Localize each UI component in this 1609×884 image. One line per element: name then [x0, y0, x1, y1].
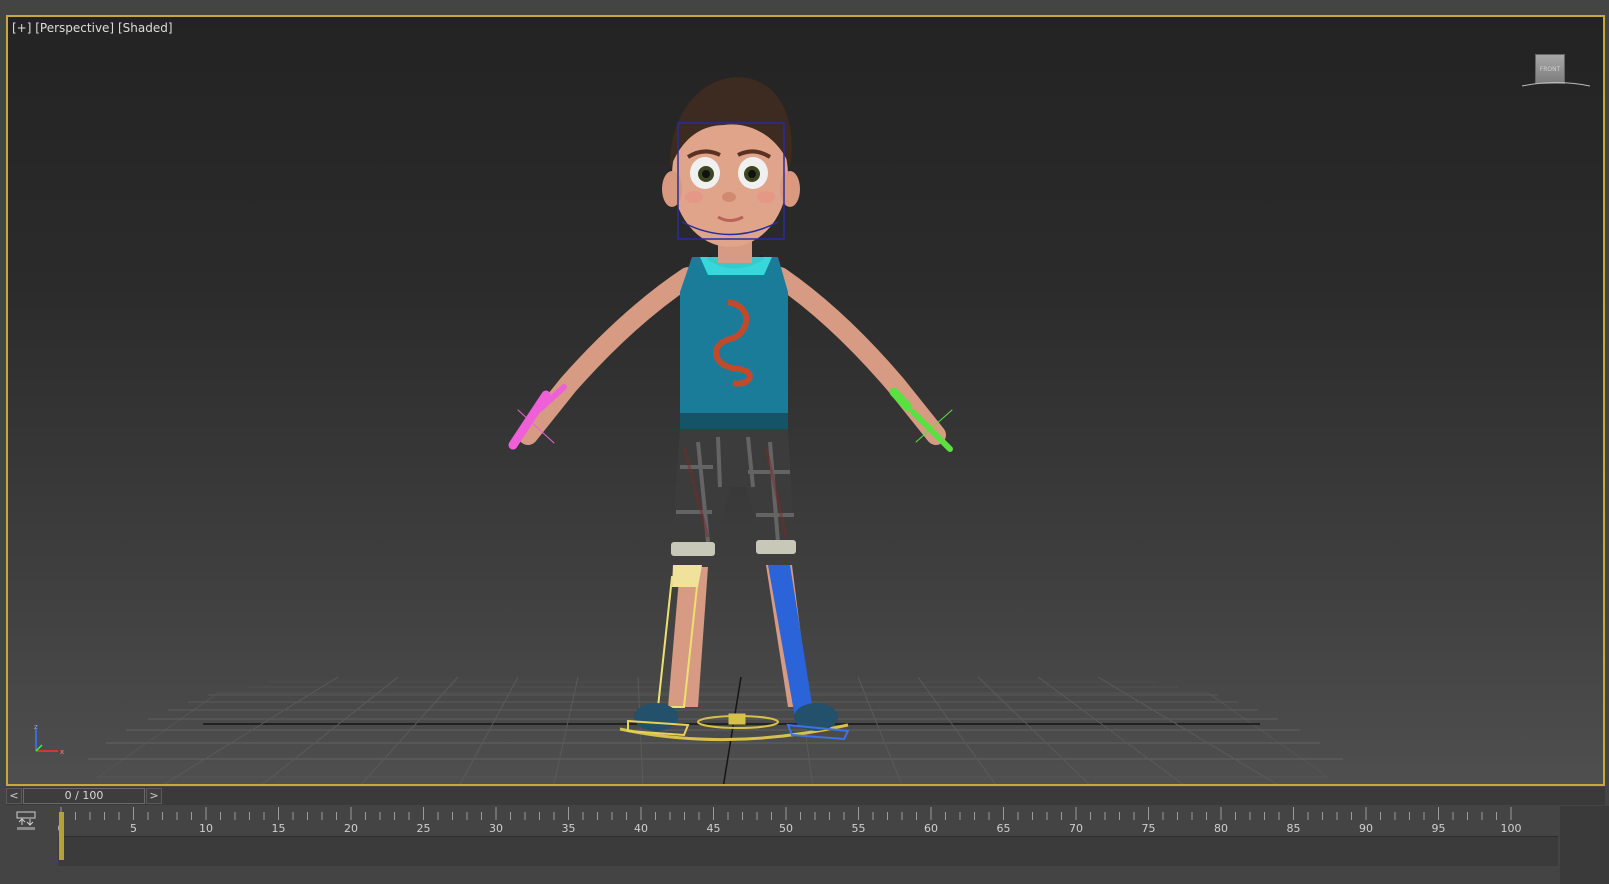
ruler-tick-label: 90: [1359, 822, 1373, 835]
viewcube-compass-ring[interactable]: [1522, 81, 1590, 87]
head: [662, 77, 800, 263]
previous-frame-button[interactable]: <: [6, 788, 22, 804]
next-frame-button[interactable]: >: [146, 788, 162, 804]
viewcube-icon[interactable]: FRONT: [1535, 54, 1565, 84]
ruler-tick-label: 45: [706, 822, 721, 835]
ruler-tick-label: 30: [489, 822, 503, 835]
legs: [656, 565, 814, 723]
ruler-tick-label: 35: [561, 822, 576, 835]
ruler-tick-label: 10: [199, 822, 213, 835]
trackbar-panel: 0510152025303540455055606570758085909510…: [0, 806, 1609, 884]
3ds-max-window: [+] [Perspective] [Shaded] FRONT z x < 0…: [0, 0, 1609, 884]
trackbar-right-panel: [1560, 806, 1609, 884]
viewport-shading-menu[interactable]: [Shaded]: [118, 21, 173, 35]
ruler-tick-label: 85: [1286, 822, 1301, 835]
perspective-viewport[interactable]: [+] [Perspective] [Shaded] FRONT z x: [6, 15, 1605, 786]
ruler-tick-label: 25: [416, 822, 431, 835]
set-key-icon[interactable]: [14, 810, 40, 832]
viewport-pov-menu[interactable]: [Perspective]: [35, 21, 114, 35]
ruler-tick-label: 100: [1500, 822, 1522, 835]
ruler-tick-label: 70: [1069, 822, 1083, 835]
ruler-tick-label: 95: [1431, 822, 1446, 835]
scene-render: [88, 77, 1343, 784]
tank-top: [680, 254, 788, 429]
axis-tripod-icon: z x: [34, 723, 64, 756]
ruler-tick-label: 15: [271, 822, 286, 835]
ruler-tick-marks: [60, 807, 1512, 820]
viewport-label-menu: [+] [Perspective] [Shaded]: [12, 21, 173, 35]
ruler-tick-label: 80: [1214, 822, 1228, 835]
time-slider-thumb[interactable]: 0 / 100: [23, 788, 145, 804]
time-slider[interactable]: < 0 / 100 >: [6, 787, 1605, 805]
axis-x-label: x: [60, 748, 64, 756]
shorts: [671, 429, 796, 557]
ruler-tick-label: 5: [130, 822, 137, 835]
ruler-tick-label: 65: [996, 822, 1011, 835]
current-frame-indicator[interactable]: [59, 812, 64, 860]
trackbar-keys-area[interactable]: [58, 836, 1558, 866]
axis-z-label: z: [34, 723, 38, 731]
ruler-tick-label: 40: [634, 822, 648, 835]
ruler-tick-label: 75: [1141, 822, 1156, 835]
ruler-tick-label: 55: [851, 822, 866, 835]
viewport-general-menu[interactable]: [+]: [12, 21, 31, 35]
ruler-tick-label: 20: [344, 822, 358, 835]
ruler-tick-label: 50: [779, 822, 793, 835]
viewcube-face-label: FRONT: [1539, 65, 1561, 73]
home-grid: [88, 676, 1343, 784]
ruler-tick-label: 60: [924, 822, 938, 835]
